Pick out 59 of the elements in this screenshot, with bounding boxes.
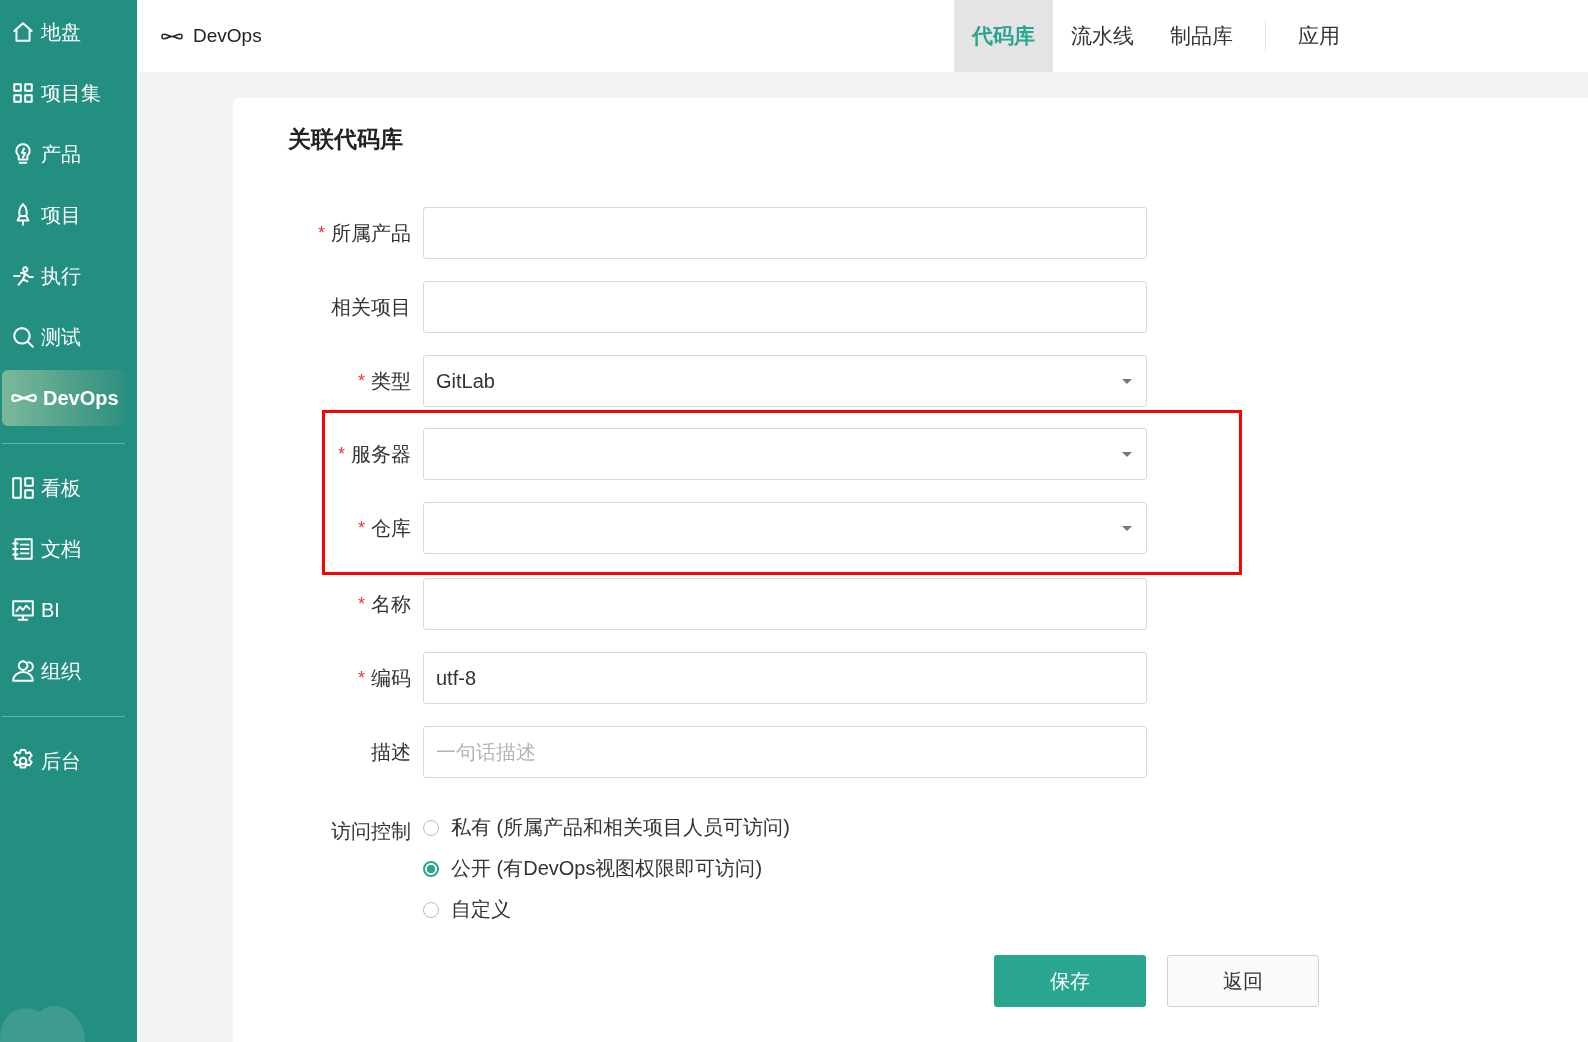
sidebar-item[interactable]: 后台 [2, 733, 125, 789]
sidebar-item[interactable]: 项目集 [2, 65, 125, 121]
input-field[interactable]: 一句话描述 [423, 726, 1147, 778]
sidebar-item[interactable]: 看板 [2, 460, 125, 516]
field-label: 访问控制 [331, 819, 411, 844]
back-button[interactable]: 返回 [1167, 955, 1319, 1007]
required-mark: * [358, 593, 365, 615]
infinity-icon [161, 31, 183, 41]
required-mark: * [318, 222, 325, 244]
field-label: 类型 [371, 368, 411, 394]
required-mark: * [358, 517, 365, 539]
input-field[interactable] [423, 578, 1147, 630]
sidebar-item[interactable]: 文档 [2, 521, 125, 577]
sidebar-item[interactable]: 测试 [2, 309, 125, 365]
sidebar-item[interactable]: 产品 [2, 126, 125, 182]
nav-icon [11, 392, 37, 404]
nav-icon [11, 659, 35, 683]
sidebar-item[interactable]: DevOps [2, 370, 125, 426]
nav-icon [11, 476, 35, 500]
nav-icon [11, 325, 35, 349]
nav-icon [11, 598, 35, 622]
nav-icon [11, 20, 35, 44]
required-mark: * [338, 443, 345, 465]
tab[interactable]: 制品库 [1152, 0, 1251, 72]
sidebar-item[interactable]: 地盘 [2, 4, 125, 60]
caret-icon [1122, 451, 1132, 457]
select-field[interactable] [423, 502, 1147, 554]
tab[interactable]: 流水线 [1053, 0, 1152, 72]
select-field[interactable] [423, 428, 1147, 480]
sidebar-item[interactable]: BI [2, 582, 125, 638]
tab[interactable]: 代码库 [954, 0, 1053, 72]
radio-option[interactable]: 公开 (有DevOps视图权限即可访问) [423, 855, 790, 882]
radio-option[interactable]: 私有 (所属产品和相关项目人员可访问) [423, 814, 790, 841]
form-title: 关联代码库 [288, 125, 404, 154]
required-mark: * [358, 370, 365, 392]
sidebar-item[interactable]: 组织 [2, 643, 125, 699]
sidebar-item[interactable]: 项目 [2, 187, 125, 243]
field-label: 服务器 [351, 441, 411, 467]
field-label: 描述 [371, 739, 411, 765]
nav-icon [11, 81, 35, 105]
caret-icon [1122, 525, 1132, 531]
field-label: 名称 [371, 591, 411, 617]
field-label: 所属产品 [331, 220, 411, 246]
radio-option[interactable]: 自定义 [423, 896, 790, 923]
field-label: 编码 [371, 665, 411, 691]
field-label: 相关项目 [331, 294, 411, 320]
tab[interactable]: 应用 [1280, 0, 1358, 72]
caret-icon [1122, 378, 1132, 384]
input-field[interactable]: utf-8 [423, 652, 1147, 704]
nav-icon [11, 264, 35, 288]
nav-icon [11, 537, 35, 561]
sidebar-item[interactable]: 执行 [2, 248, 125, 304]
save-button[interactable]: 保存 [994, 955, 1146, 1007]
field-label: 仓库 [371, 515, 411, 541]
required-mark: * [358, 667, 365, 689]
select-field[interactable]: GitLab [423, 355, 1147, 407]
input-field[interactable] [423, 207, 1147, 259]
module-title: DevOps [193, 25, 262, 47]
input-field[interactable] [423, 281, 1147, 333]
